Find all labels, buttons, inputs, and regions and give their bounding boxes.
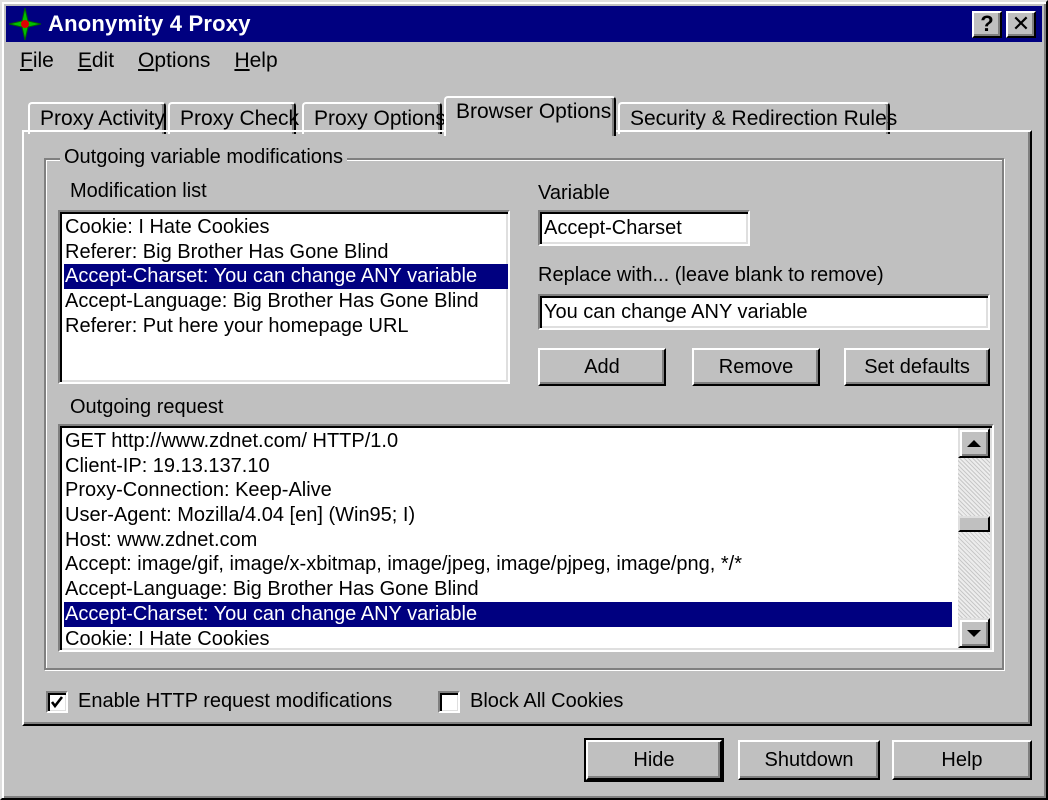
replace-label: Replace with... (leave blank to remove): [538, 264, 884, 286]
request-line[interactable]: Accept: image/gif, image/x-xbitmap, imag…: [64, 552, 952, 577]
request-line[interactable]: Client-IP: 19.13.137.10: [64, 454, 952, 479]
scroll-up-button[interactable]: [958, 428, 990, 458]
menu-accel: F: [20, 49, 33, 72]
menu-accel: O: [138, 49, 155, 72]
enable-modifications-label: Enable HTTP request modifications: [78, 690, 393, 712]
menu-file[interactable]: File: [8, 49, 66, 73]
request-line-selected[interactable]: Accept-Charset: You can change ANY varia…: [64, 601, 952, 627]
menu-accel: E: [77, 49, 92, 72]
request-line[interactable]: User-Agent: Mozilla/4.04 [en] (Win95; I): [64, 503, 952, 528]
menu-edit[interactable]: Edit: [66, 49, 126, 73]
close-icon: ✕: [1011, 11, 1031, 36]
list-item[interactable]: Accept-Language: Big Brother Has Gone Bl…: [64, 289, 504, 314]
menu-accel: H: [234, 49, 250, 72]
replace-input[interactable]: You can change ANY variable: [538, 294, 990, 330]
group-title: Outgoing variable modifications: [60, 146, 348, 169]
remove-button[interactable]: Remove: [692, 348, 820, 386]
help-title-button[interactable]: ?: [972, 10, 1002, 38]
list-item[interactable]: Referer: Put here your homepage URL: [64, 314, 504, 339]
list-item[interactable]: Referer: Big Brother Has Gone Blind: [64, 240, 504, 265]
request-line[interactable]: Cookie: I Hate Cookies: [64, 627, 952, 651]
list-item-selected[interactable]: Accept-Charset: You can change ANY varia…: [64, 264, 508, 290]
menu-bar: File Edit Options Help: [8, 44, 290, 78]
question-icon: ?: [980, 11, 994, 36]
outgoing-request-list[interactable]: GET http://www.zdnet.com/ HTTP/1.0 Clien…: [58, 424, 994, 652]
menu-options[interactable]: Options: [126, 49, 222, 73]
menu-label: ile: [32, 49, 54, 72]
arrow-down-icon: [967, 629, 981, 637]
variable-input[interactable]: Accept-Charset: [538, 210, 750, 246]
request-line[interactable]: Accept-Language: Big Brother Has Gone Bl…: [64, 577, 952, 602]
title-bar[interactable]: Anonymity 4 Proxy ? ✕: [6, 6, 1042, 42]
block-cookies-label: Block All Cookies: [470, 690, 624, 712]
window-title: Anonymity 4 Proxy: [48, 11, 251, 36]
enable-modifications-checkbox[interactable]: [46, 690, 68, 713]
request-line[interactable]: Proxy-Connection: Keep-Alive: [64, 478, 952, 503]
outgoing-request-label: Outgoing request: [70, 396, 224, 418]
checkmark-icon: [50, 695, 64, 708]
vertical-scrollbar[interactable]: [958, 428, 990, 648]
request-line[interactable]: Host: www.zdnet.com: [64, 528, 952, 553]
browser-options-panel: Outgoing variable modifications Modifica…: [22, 130, 1032, 726]
block-cookies-checkbox[interactable]: [438, 690, 460, 713]
app-window: Anonymity 4 Proxy ? ✕ File Edit Options …: [0, 0, 1048, 800]
close-button[interactable]: ✕: [1006, 10, 1036, 38]
list-item[interactable]: Cookie: I Hate Cookies: [64, 215, 504, 240]
enable-modifications-checkbox-row[interactable]: Enable HTTP request modifications: [46, 690, 392, 713]
scroll-thumb[interactable]: [958, 516, 990, 532]
add-button[interactable]: Add: [538, 348, 666, 386]
shutdown-button[interactable]: Shutdown: [738, 740, 880, 780]
help-button[interactable]: Help: [892, 740, 1032, 780]
tab-browser-options[interactable]: Browser Options: [444, 96, 616, 136]
set-defaults-button[interactable]: Set defaults: [844, 348, 990, 386]
arrow-up-icon: [967, 439, 981, 447]
menu-label: elp: [249, 49, 278, 72]
menu-label: dit: [91, 49, 115, 72]
request-line[interactable]: GET http://www.zdnet.com/ HTTP/1.0: [64, 429, 952, 454]
menu-help[interactable]: Help: [222, 49, 289, 73]
modification-list-label: Modification list: [70, 180, 207, 202]
variable-label: Variable: [538, 182, 610, 204]
menu-label: ptions: [154, 49, 211, 72]
scroll-down-button[interactable]: [958, 618, 990, 648]
block-cookies-checkbox-row[interactable]: Block All Cookies: [438, 690, 623, 713]
modification-list[interactable]: Cookie: I Hate Cookies Referer: Big Brot…: [58, 210, 510, 384]
compass-star-icon: [8, 7, 42, 41]
outgoing-modifications-group: Outgoing variable modifications Modifica…: [44, 146, 1004, 670]
hide-button[interactable]: Hide: [584, 738, 724, 782]
